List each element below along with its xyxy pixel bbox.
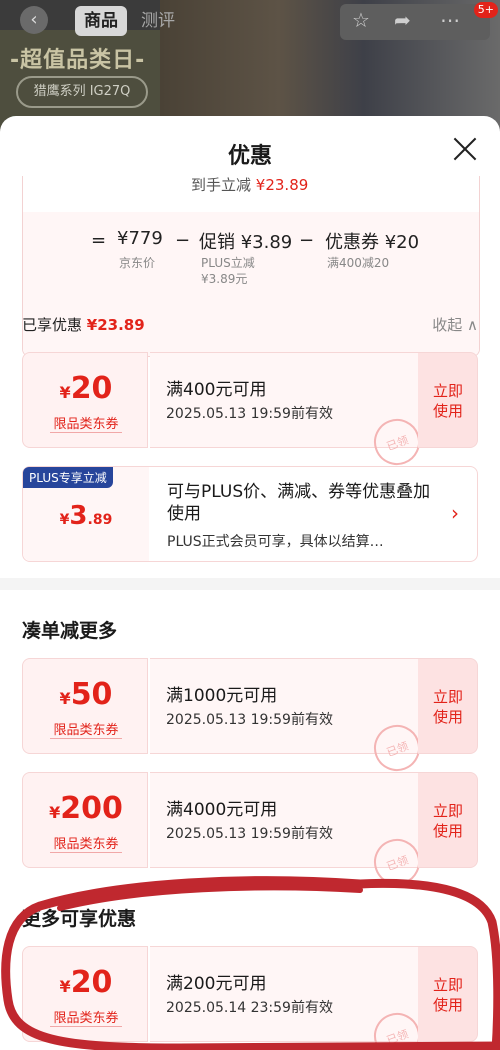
plus-note: PLUS正式会员可享，具体以结算…	[167, 534, 384, 550]
plus-discount-card[interactable]: ¥3.89 PLUS专享立减 可与PLUS价、满减、券等优惠叠加使用 PLUS正…	[22, 466, 478, 562]
sheet-title: 优惠	[227, 144, 272, 169]
banner-series: 猎鹰系列 IG27Q	[16, 76, 148, 108]
promo-sub: PLUS立减	[201, 256, 255, 270]
coupon-card: ¥50 限品类东券 满1000元可用 2025.05.13 19:59前有效 已…	[22, 658, 478, 778]
coupon-expiry: 2025.05.13 19:59前有效	[166, 406, 333, 422]
coupon-card: ¥20 限品类东券 满400元可用 2025.05.13 19:59前有效 已领…	[22, 352, 478, 472]
promo-amount: 促销 ¥3.89	[199, 232, 293, 253]
coupon-card: ¥200 限品类东券 满4000元可用 2025.05.13 19:59前有效 …	[22, 772, 478, 892]
use-now-button[interactable]: 立即 使用	[418, 946, 478, 1042]
coupon-left: ¥50 限品类东券	[22, 658, 148, 754]
coupon-type: 限品类东券	[50, 719, 122, 739]
coupon-condition: 满4000元可用	[166, 800, 278, 820]
coupon-condition: 满400元可用	[166, 380, 267, 400]
jd-price: ¥779	[117, 228, 163, 249]
coupon-amount: ¥200	[49, 791, 123, 826]
coupon-left: ¥200 限品类东券	[22, 772, 148, 868]
plus-tag: PLUS专享立减	[23, 467, 113, 488]
use-now-button[interactable]: 立即 使用	[418, 658, 478, 754]
tab-product[interactable]: 商品	[75, 6, 127, 36]
coupon-type: 限品类东券	[50, 413, 122, 433]
coupon-left: ¥20 限品类东券	[22, 946, 148, 1042]
coupon-info: 满400元可用 2025.05.13 19:59前有效 已领	[150, 352, 427, 472]
minus-sign: −	[299, 230, 315, 251]
use-now-label: 立即 使用	[432, 802, 463, 840]
collapse-button[interactable]: 收起 ∧	[432, 314, 478, 335]
plus-amount: ¥3.89	[59, 501, 113, 531]
use-now-label: 立即 使用	[432, 688, 463, 726]
discount-sheet: 优惠 到手立减 ¥23.89 = ¥779 京东价 − 促销 ¥3.89 PLU…	[0, 116, 500, 1050]
coupon-condition: 满1000元可用	[166, 686, 278, 706]
section-title-extra: 更多可享优惠	[22, 908, 137, 930]
section-title-more: 凑单减更多	[22, 620, 118, 642]
coupon-info: 满1000元可用 2025.05.13 19:59前有效 已领	[150, 658, 427, 778]
section-divider	[0, 578, 500, 590]
coupon-expiry: 2025.05.13 19:59前有效	[166, 826, 333, 842]
header-actions: ☆ ➦ ⋯	[340, 4, 490, 40]
equals-sign: =	[91, 230, 107, 251]
coupon-info: 满4000元可用 2025.05.13 19:59前有效 已领	[150, 772, 427, 892]
coupon-sub: 满400减20	[327, 256, 390, 270]
use-now-button[interactable]: 立即 使用	[418, 352, 478, 448]
coupon-card: ¥20 限品类东券 满200元可用 2025.05.14 23:59前有效 已领…	[22, 946, 478, 1050]
share-icon[interactable]: ➦	[394, 8, 411, 32]
plus-text: 可与PLUS价、满减、券等优惠叠加使用	[167, 482, 431, 524]
use-now-label: 立即 使用	[432, 382, 463, 420]
tab-review[interactable]: 测评	[141, 6, 175, 36]
coupon-expiry: 2025.05.13 19:59前有效	[166, 712, 333, 728]
back-icon[interactable]: ‹	[20, 6, 48, 34]
close-icon[interactable]	[452, 136, 478, 162]
chevron-right-icon: ›	[451, 501, 459, 525]
coupon-amount: 优惠券 ¥20	[325, 232, 420, 253]
coupon-info: 满200元可用 2025.05.14 23:59前有效 已领	[150, 946, 427, 1050]
coupon-amount: ¥20	[59, 965, 113, 1000]
coupon-expiry: 2025.05.14 23:59前有效	[166, 1000, 333, 1016]
star-icon[interactable]: ☆	[352, 8, 370, 32]
enjoyed-discount: 已享优惠 ¥23.89	[22, 316, 145, 334]
message-badge: 5+	[473, 2, 498, 18]
banner-slogan: -超值品类日-	[10, 48, 146, 73]
coupon-amount: ¥50	[59, 677, 113, 712]
promo-sub-amount: ¥3.89元	[201, 272, 248, 286]
minus-sign: −	[175, 230, 191, 251]
coupon-left: ¥20 限品类东券	[22, 352, 148, 448]
use-now-button[interactable]: 立即 使用	[418, 772, 478, 868]
coupon-condition: 满200元可用	[166, 974, 267, 994]
coupon-type: 限品类东券	[50, 833, 122, 853]
more-icon[interactable]: ⋯	[440, 8, 460, 32]
final-discount-text: 到手立减 ¥23.89	[191, 176, 309, 194]
jd-price-label: 京东价	[119, 256, 156, 270]
use-now-label: 立即 使用	[432, 976, 463, 1014]
coupon-type: 限品类东券	[50, 1007, 122, 1027]
tab-bar: 商品 测评	[75, 4, 195, 38]
coupon-amount: ¥20	[59, 371, 113, 406]
